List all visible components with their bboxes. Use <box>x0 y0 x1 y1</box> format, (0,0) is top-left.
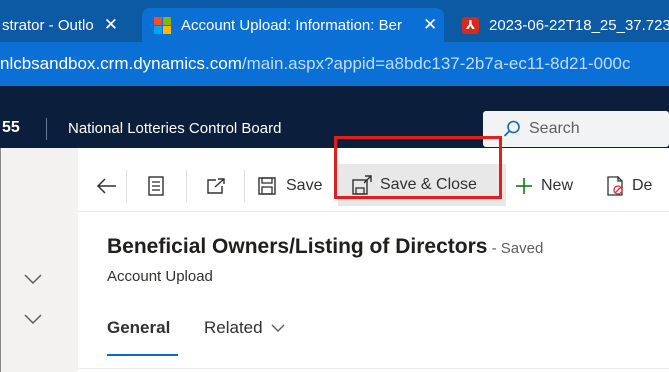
tab-related-label: Related <box>204 318 263 337</box>
tab-general[interactable]: General <box>107 318 170 338</box>
plus-icon <box>516 178 532 194</box>
chevron-down-icon[interactable] <box>23 312 43 326</box>
browser-tab-pdf[interactable]: ⅄ 2023-06-22T18_25_37.723 <box>448 8 669 42</box>
browser-tab-outlook[interactable]: strator - Outlo ✕ <box>0 8 140 42</box>
record-title: Beneficial Owners/Listing of Directors <box>107 235 488 258</box>
browser-tab-account-upload[interactable]: Account Upload: Information: Ber ✕ <box>142 8 444 42</box>
save-button[interactable]: Save <box>258 170 322 202</box>
close-icon[interactable]: ✕ <box>104 15 118 35</box>
save-status: - Saved <box>487 240 544 257</box>
divider <box>46 118 47 140</box>
popout-icon <box>207 178 225 194</box>
save-and-close-label: Save & Close <box>380 176 477 193</box>
chevron-down-icon <box>271 324 285 332</box>
org-name[interactable]: National Lotteries Control Board <box>68 120 281 137</box>
search-icon <box>503 120 520 137</box>
divider <box>186 170 187 202</box>
save-and-close-icon <box>352 175 372 195</box>
microsoft-logo-icon <box>154 16 171 34</box>
search-placeholder: Search <box>529 120 580 137</box>
divider <box>244 170 245 202</box>
new-button[interactable]: New <box>515 170 573 202</box>
search-box[interactable]: Search <box>483 111 669 147</box>
pdf-icon: ⅄ <box>462 16 479 34</box>
arrow-left-icon <box>96 178 116 194</box>
active-tab-indicator <box>107 354 178 356</box>
tab-related[interactable]: Related <box>204 318 285 338</box>
form-icon <box>148 176 164 196</box>
app-name[interactable]: 55 <box>2 119 20 137</box>
command-bar: Save Save & Close New De <box>78 148 669 212</box>
entity-name: Account Upload <box>107 268 213 285</box>
form-view-button[interactable] <box>148 170 164 202</box>
new-label: New <box>541 177 574 194</box>
tab-title: 2023-06-22T18_25_37.723 <box>489 16 669 34</box>
divider <box>78 368 669 369</box>
tab-title: Account Upload: Information: Ber <box>181 16 402 34</box>
url-path: /main.aspx?appid=a8bdc137-2b7a-ec11-8d21… <box>241 54 631 73</box>
save-and-close-button[interactable]: Save & Close <box>338 164 506 206</box>
page-title: Beneficial Owners/Listing of Directors -… <box>107 235 543 259</box>
delete-button[interactable]: De <box>606 170 652 202</box>
delete-icon <box>607 176 623 196</box>
divider <box>126 170 127 202</box>
app-navbar: 55 National Lotteries Control Board Sear… <box>0 86 669 148</box>
address-bar[interactable]: nlcbsandbox.crm.dynamics.com/main.aspx?a… <box>0 42 669 86</box>
save-icon <box>258 177 276 195</box>
chevron-down-icon[interactable] <box>23 272 43 286</box>
left-panel <box>0 148 78 372</box>
url-text[interactable]: nlcbsandbox.crm.dynamics.com/main.aspx?a… <box>0 54 630 74</box>
url-host: nlcbsandbox.crm.dynamics.com <box>0 54 242 73</box>
delete-label: De <box>632 177 653 194</box>
back-button[interactable] <box>96 170 122 202</box>
tab-title: strator - Outlo <box>2 16 94 34</box>
save-label: Save <box>286 177 323 194</box>
open-in-new-window-button[interactable] <box>206 170 226 202</box>
close-icon[interactable]: ✕ <box>423 15 437 35</box>
browser-tab-strip: strator - Outlo ✕ Account Upload: Inform… <box>0 0 669 42</box>
